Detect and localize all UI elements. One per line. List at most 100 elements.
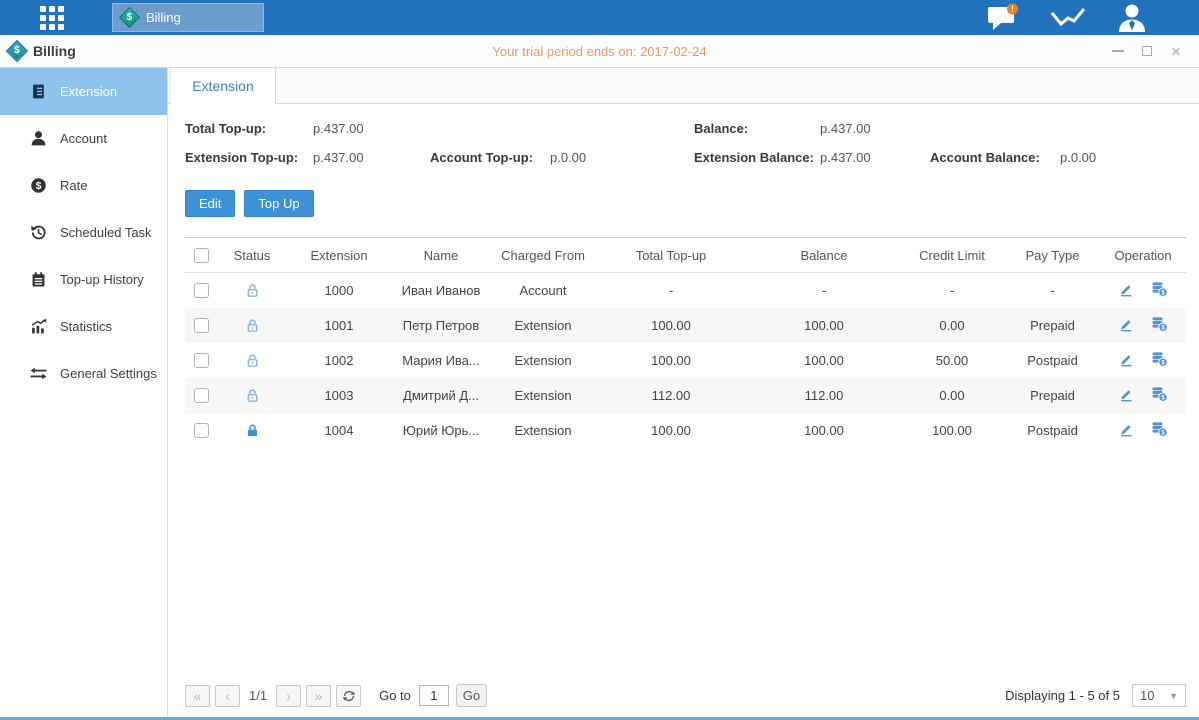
sidebar-item-account[interactable]: Account xyxy=(0,115,167,162)
last-page-button[interactable]: » xyxy=(306,685,331,707)
prev-page-button[interactable]: ‹ xyxy=(215,685,240,707)
cell-pay-type: Prepaid xyxy=(1005,308,1100,343)
cell-balance: 100.00 xyxy=(749,413,899,448)
row-checkbox[interactable] xyxy=(194,283,209,298)
chat-bubble-icon[interactable]: ! xyxy=(987,3,1020,32)
edit-pencil-icon[interactable] xyxy=(1118,351,1134,370)
goto-label: Go to xyxy=(379,688,411,703)
row-checkbox[interactable] xyxy=(194,423,209,438)
sidebar-item-extension[interactable]: Extension xyxy=(0,68,167,115)
status-lock-icon xyxy=(215,308,289,343)
first-page-button[interactable]: « xyxy=(185,685,210,707)
svg-text:$: $ xyxy=(1162,289,1166,296)
column-header-operation: Operation xyxy=(1100,238,1186,273)
topup-coins-icon[interactable]: $ xyxy=(1151,281,1168,300)
cell-name: Иван Иванов xyxy=(389,273,493,308)
status-lock-icon xyxy=(215,273,289,308)
extension-icon xyxy=(30,83,47,100)
extension-balance-label: Extension Balance: xyxy=(694,150,820,165)
edit-pencil-icon[interactable] xyxy=(1118,281,1134,300)
cell-credit-limit: 0.00 xyxy=(899,378,1005,413)
chevron-down-icon: ▼ xyxy=(1169,691,1178,701)
topup-button[interactable]: Top Up xyxy=(244,190,313,217)
extension-table: Status Extension Name Charged From Total… xyxy=(185,237,1186,448)
cell-name: Петр Петров xyxy=(389,308,493,343)
content-area: Total Top-up: p.437.00 Balance: p.437.00… xyxy=(168,104,1199,717)
topup-coins-icon[interactable]: $ xyxy=(1151,386,1168,405)
select-all-checkbox[interactable] xyxy=(194,248,209,263)
edit-pencil-icon[interactable] xyxy=(1118,421,1134,440)
person-icon[interactable] xyxy=(1117,3,1147,32)
extension-topup-value: p.437.00 xyxy=(313,150,430,165)
sidebar-item-topup-history[interactable]: Top-up History xyxy=(0,256,167,303)
row-checkbox[interactable] xyxy=(194,388,209,403)
line-chart-icon[interactable] xyxy=(1050,5,1087,31)
cell-pay-type: Postpaid xyxy=(1005,413,1100,448)
tab-label: Extension xyxy=(192,78,253,94)
cell-extension: 1003 xyxy=(289,378,389,413)
cell-credit-limit: 0.00 xyxy=(899,308,1005,343)
column-header-pay-type: Pay Type xyxy=(1005,238,1100,273)
next-page-button[interactable]: › xyxy=(276,685,301,707)
column-header-total-topup: Total Top-up xyxy=(593,238,749,273)
cell-extension: 1001 xyxy=(289,308,389,343)
pagination-right: Displaying 1 - 5 of 5 10 ▼ xyxy=(1005,684,1186,707)
maximize-icon[interactable] xyxy=(1140,44,1154,58)
column-header-credit-limit: Credit Limit xyxy=(899,238,1005,273)
account-topup-label: Account Top-up: xyxy=(430,150,550,165)
goto-page-input[interactable] xyxy=(419,685,449,706)
topbar: $ Billing ! xyxy=(0,0,1199,35)
topup-coins-icon[interactable]: $ xyxy=(1151,421,1168,440)
toolbar: Edit Top Up xyxy=(185,190,1186,217)
cell-charged-from: Extension xyxy=(493,343,593,378)
sidebar-item-scheduled-task[interactable]: Scheduled Task xyxy=(0,209,167,256)
sidebar-item-rate[interactable]: $ Rate xyxy=(0,162,167,209)
refresh-icon[interactable] xyxy=(336,685,361,707)
cell-extension: 1004 xyxy=(289,413,389,448)
window-controls: × xyxy=(1111,44,1183,58)
status-lock-icon xyxy=(215,413,289,448)
topup-coins-icon[interactable]: $ xyxy=(1151,351,1168,370)
column-header-balance: Balance xyxy=(749,238,899,273)
go-button[interactable]: Go xyxy=(456,684,487,707)
row-checkbox[interactable] xyxy=(194,353,209,368)
cell-balance: 100.00 xyxy=(749,308,899,343)
taskbar-item-label: Billing xyxy=(146,10,181,25)
cell-balance: - xyxy=(749,273,899,308)
window-titlebar: $ Billing Your trial period ends on: 201… xyxy=(0,35,1199,68)
cell-charged-from: Account xyxy=(493,273,593,308)
row-checkbox[interactable] xyxy=(194,318,209,333)
minimize-icon[interactable] xyxy=(1111,44,1125,58)
close-icon[interactable]: × xyxy=(1169,44,1183,58)
balance-summary: Total Top-up: p.437.00 Balance: p.437.00… xyxy=(185,121,1186,165)
taskbar-item-billing[interactable]: $ Billing xyxy=(112,3,264,32)
svg-text:$: $ xyxy=(1162,394,1166,401)
extension-topup-label: Extension Top-up: xyxy=(185,150,313,165)
statistics-icon xyxy=(30,318,47,335)
edit-button[interactable]: Edit xyxy=(185,190,235,217)
cell-credit-limit: - xyxy=(899,273,1005,308)
trial-period-notice: Your trial period ends on: 2017-02-24 xyxy=(0,44,1199,59)
tab-extension[interactable]: Extension xyxy=(170,68,276,104)
cell-balance: 100.00 xyxy=(749,343,899,378)
topup-coins-icon[interactable]: $ xyxy=(1151,316,1168,335)
cell-total-topup: 112.00 xyxy=(593,378,749,413)
sidebar-item-label: Account xyxy=(60,131,107,146)
sidebar: Extension Account $ Rate xyxy=(0,68,168,717)
total-topup-label: Total Top-up: xyxy=(185,121,313,136)
topbar-status-icons: ! xyxy=(987,3,1147,32)
app-launcher-grid-icon[interactable] xyxy=(36,2,68,34)
edit-pencil-icon[interactable] xyxy=(1118,386,1134,405)
page-size-select[interactable]: 10 ▼ xyxy=(1132,684,1186,707)
sidebar-item-statistics[interactable]: Statistics xyxy=(0,303,167,350)
column-header-status: Status xyxy=(215,238,289,273)
status-lock-icon xyxy=(215,378,289,413)
sidebar-item-general-settings[interactable]: General Settings xyxy=(0,350,167,397)
edit-pencil-icon[interactable] xyxy=(1118,316,1134,335)
status-lock-icon xyxy=(215,343,289,378)
svg-text:!: ! xyxy=(1011,5,1014,14)
page-indicator: 1/1 xyxy=(249,688,267,703)
rate-icon: $ xyxy=(30,177,47,194)
cell-charged-from: Extension xyxy=(493,413,593,448)
balance-value: p.437.00 xyxy=(820,121,1186,136)
